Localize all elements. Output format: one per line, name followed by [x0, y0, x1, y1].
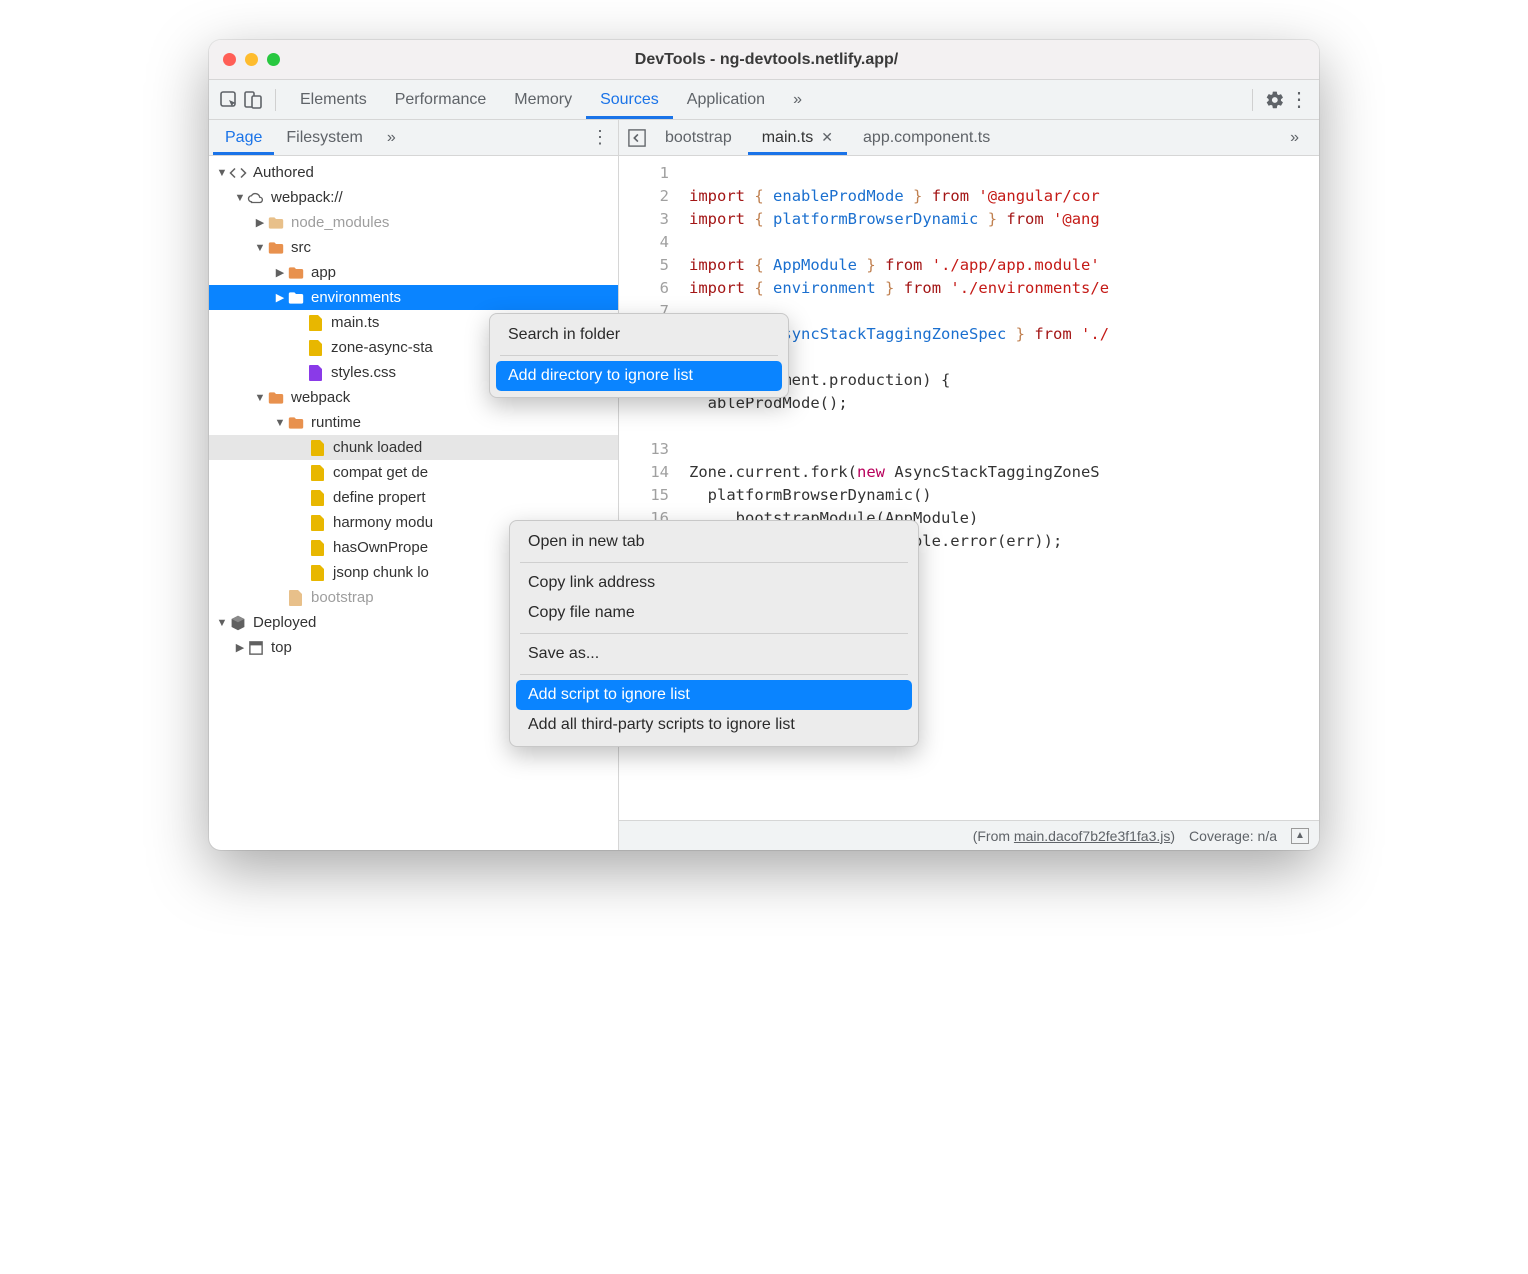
box-icon — [229, 614, 247, 632]
tree-environments[interactable]: ▶ environments — [209, 285, 618, 310]
tree-node-modules[interactable]: ▶ node_modules — [209, 210, 618, 235]
file-tab-more[interactable]: » — [1276, 120, 1313, 155]
close-icon[interactable]: ✕ — [821, 129, 833, 146]
folder-icon — [267, 214, 285, 232]
context-menu-file: Open in new tab Copy link address Copy f… — [509, 520, 919, 747]
nav-history-icon[interactable] — [625, 126, 649, 150]
cloud-icon — [247, 189, 265, 207]
folder-icon — [287, 289, 305, 307]
file-icon — [309, 489, 327, 507]
tab-sources[interactable]: Sources — [586, 80, 673, 119]
file-icon — [307, 314, 325, 332]
subtab-page[interactable]: Page — [213, 120, 274, 155]
subtab-more[interactable]: » — [375, 120, 408, 155]
file-icon — [309, 539, 327, 557]
folder-icon — [287, 264, 305, 282]
file-icon — [309, 514, 327, 532]
inspect-icon[interactable] — [217, 88, 241, 112]
file-tab-appcomponent[interactable]: app.component.ts — [849, 120, 1004, 155]
subtab-filesystem[interactable]: Filesystem — [274, 120, 374, 155]
context-menu-folder: Search in folder Add directory to ignore… — [489, 313, 789, 398]
frame-icon — [247, 639, 265, 657]
ctx-save-as[interactable]: Save as... — [516, 639, 912, 669]
source-link[interactable]: main.dacof7b2fe3f1fa3.js — [1014, 828, 1170, 844]
ctx-add-dir-ignore[interactable]: Add directory to ignore list — [496, 361, 782, 391]
ctx-copy-name[interactable]: Copy file name — [516, 598, 912, 628]
ctx-add-third-party-ignore[interactable]: Add all third-party scripts to ignore li… — [516, 710, 912, 740]
source-from: (From main.dacof7b2fe3f1fa3.js) — [973, 828, 1175, 844]
tree-runtime-file-0[interactable]: chunk loaded — [209, 435, 618, 460]
gear-icon[interactable] — [1263, 88, 1287, 112]
tab-application[interactable]: Application — [673, 80, 779, 119]
code-icon — [229, 164, 247, 182]
coverage-label: Coverage: n/a — [1189, 828, 1277, 844]
file-icon — [309, 564, 327, 582]
minimize-icon[interactable] — [245, 53, 258, 66]
navigator-kebab-icon[interactable]: ⋮ — [586, 127, 614, 148]
tree-src[interactable]: ▼ src — [209, 235, 618, 260]
tab-more[interactable]: » — [779, 80, 816, 119]
kebab-icon[interactable]: ⋮ — [1287, 88, 1311, 112]
ctx-add-script-ignore[interactable]: Add script to ignore list — [516, 680, 912, 710]
tree-runtime-file-2[interactable]: define propert — [209, 485, 618, 510]
titlebar: DevTools - ng-devtools.netlify.app/ — [209, 40, 1319, 80]
tree-runtime[interactable]: ▼ runtime — [209, 410, 618, 435]
device-icon[interactable] — [241, 88, 265, 112]
file-tabs: bootstrap main.ts ✕ app.component.ts » — [619, 120, 1319, 156]
ctx-open-new-tab[interactable]: Open in new tab — [516, 527, 912, 557]
close-icon[interactable] — [223, 53, 236, 66]
file-icon — [309, 439, 327, 457]
file-tab-main[interactable]: main.ts ✕ — [748, 120, 847, 155]
tab-performance[interactable]: Performance — [381, 80, 501, 119]
tree-app[interactable]: ▶ app — [209, 260, 618, 285]
devtools-window: DevTools - ng-devtools.netlify.app/ Elem… — [209, 40, 1319, 850]
file-icon — [307, 339, 325, 357]
tree-webpack-scheme[interactable]: ▼ webpack:// — [209, 185, 618, 210]
file-icon — [307, 364, 325, 382]
ctx-search-folder[interactable]: Search in folder — [496, 320, 782, 350]
navigator-tabs: Page Filesystem » ⋮ — [209, 120, 618, 156]
status-bar: (From main.dacof7b2fe3f1fa3.js) Coverage… — [619, 820, 1319, 850]
tree-authored[interactable]: ▼ Authored — [209, 160, 618, 185]
file-tab-bootstrap[interactable]: bootstrap — [651, 120, 746, 155]
file-icon — [309, 464, 327, 482]
window-controls — [223, 53, 280, 66]
maximize-icon[interactable] — [267, 53, 280, 66]
folder-icon — [287, 414, 305, 432]
folder-icon — [267, 389, 285, 407]
ctx-copy-link[interactable]: Copy link address — [516, 568, 912, 598]
tab-memory[interactable]: Memory — [500, 80, 586, 119]
window-title: DevTools - ng-devtools.netlify.app/ — [280, 51, 1253, 69]
tree-runtime-file-1[interactable]: compat get de — [209, 460, 618, 485]
file-icon — [287, 589, 305, 607]
collapse-icon[interactable]: ▲ — [1291, 828, 1309, 844]
main-toolbar: Elements Performance Memory Sources Appl… — [209, 80, 1319, 120]
folder-icon — [267, 239, 285, 257]
tab-elements[interactable]: Elements — [286, 80, 381, 119]
